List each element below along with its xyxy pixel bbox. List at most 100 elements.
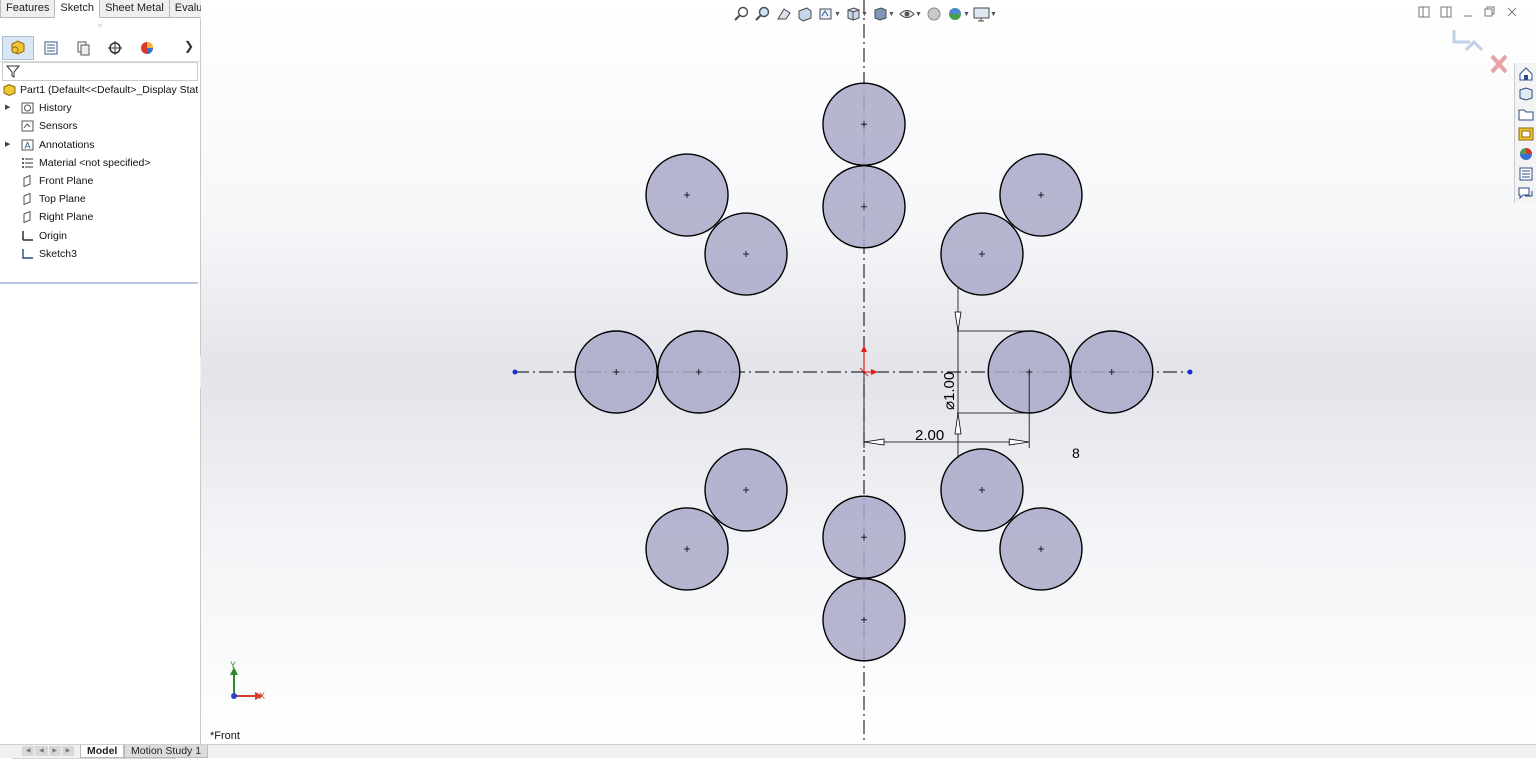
chevron-right-icon[interactable]: ❯ (184, 39, 194, 53)
cancel-sketch-icon[interactable] (1490, 54, 1508, 74)
sketch-circle[interactable] (657, 330, 741, 414)
tab-features[interactable]: Features (0, 0, 56, 18)
tree-item-front-plane[interactable]: Front Plane (0, 172, 200, 190)
view-settings-button[interactable] (973, 6, 990, 23)
design-library-button[interactable] (1517, 85, 1535, 103)
tab-motion-study-1[interactable]: Motion Study 1 (124, 745, 209, 758)
dimxpert-icon (108, 41, 122, 55)
folder-icon (1518, 109, 1534, 121)
annotations-icon: A (21, 139, 34, 151)
chevron-down-icon[interactable]: ▼ (861, 11, 868, 18)
sketch-canvas[interactable]: ⌀1.00 2.00 8 YX (201, 0, 1536, 744)
tree-item-label: Material <not specified> (39, 156, 151, 169)
apply-scene-button[interactable] (946, 6, 963, 23)
plane-icon (23, 211, 31, 224)
prev-tab-icon[interactable]: ◀ (35, 746, 48, 756)
chevron-down-icon[interactable]: ▼ (888, 11, 895, 18)
diameter-dimension-text[interactable]: ⌀1.00 (941, 372, 958, 410)
sketch-circle[interactable] (704, 212, 788, 296)
sketch-circle[interactable] (645, 507, 729, 591)
tab-model[interactable]: Model (80, 745, 125, 758)
first-tab-icon[interactable]: ◀ (22, 746, 35, 756)
view-orientation-button[interactable] (844, 6, 861, 23)
rollback-bar[interactable] (0, 282, 198, 284)
view-palette-icon (1518, 127, 1534, 141)
pattern-count-label[interactable]: 8 (1072, 445, 1080, 461)
restore-icon[interactable] (1483, 5, 1496, 18)
file-explorer-button[interactable] (1517, 105, 1535, 123)
dynamic-annotation-button[interactable] (817, 6, 834, 23)
hide-show-items-button[interactable] (898, 6, 915, 23)
expand-arrow-icon[interactable]: ▶ (5, 136, 10, 154)
configuration-manager-tab[interactable] (68, 37, 98, 59)
tile-right-icon[interactable] (1439, 5, 1452, 18)
edit-appearance-button[interactable] (925, 6, 942, 23)
document-window-controls (1417, 5, 1518, 18)
zoom-to-fit-button[interactable] (733, 6, 750, 23)
sketch-circle[interactable] (940, 212, 1024, 296)
tile-left-icon[interactable] (1417, 5, 1430, 18)
chevron-down-icon[interactable]: ▼ (834, 11, 841, 18)
solidworks-resources-button[interactable] (1517, 65, 1535, 83)
appearances-button[interactable] (1517, 145, 1535, 163)
custom-properties-icon (1519, 167, 1533, 181)
appearances-icon (1520, 148, 1532, 160)
previous-view-button[interactable] (775, 6, 792, 23)
property-manager-tab[interactable] (36, 37, 66, 59)
sketch-circle[interactable] (1070, 330, 1154, 414)
sketch-circle[interactable] (822, 82, 906, 166)
section-view-button[interactable] (796, 6, 813, 23)
exit-sketch-icon[interactable] (1452, 30, 1484, 52)
sketch-circle[interactable] (822, 165, 906, 249)
sketch-circle[interactable] (704, 448, 788, 532)
tree-item-annotations[interactable]: ▶ A Annotations (0, 136, 200, 154)
zoom-to-area-button[interactable] (754, 6, 771, 23)
chevron-down-icon[interactable]: ▼ (990, 11, 997, 18)
tree-item-origin[interactable]: Origin (0, 227, 200, 245)
feature-manager-tab[interactable] (2, 36, 34, 60)
tab-sheet-metal[interactable]: Sheet Metal (100, 0, 170, 18)
last-tab-icon[interactable]: ▶ (61, 746, 74, 756)
display-style-button[interactable] (871, 6, 888, 23)
feature-manager-icon (11, 40, 25, 55)
view-palette-button[interactable] (1517, 125, 1535, 143)
tree-item-sketch3[interactable]: Sketch3 (0, 245, 200, 263)
sketch-circle[interactable] (822, 578, 906, 662)
tree-item-history[interactable]: ▶ History (0, 99, 200, 117)
display-manager-tab[interactable] (132, 37, 162, 59)
tree-item-label: Top Plane (39, 193, 86, 206)
distance-dimension-text[interactable]: 2.00 (915, 427, 944, 444)
reference-triad: YX (230, 660, 265, 701)
panel-grip[interactable]: ○ (0, 19, 200, 33)
expand-arrow-icon[interactable]: ▶ (5, 99, 10, 117)
monitor-icon (973, 7, 990, 22)
sketch-circle[interactable] (645, 153, 729, 237)
sketch-circle[interactable] (999, 153, 1083, 237)
sketch-circle[interactable] (574, 330, 658, 414)
next-tab-icon[interactable]: ▶ (48, 746, 61, 756)
sketch-circle[interactable] (822, 495, 906, 579)
section-view-icon (798, 7, 811, 22)
dimxpert-manager-tab[interactable] (100, 37, 130, 59)
chevron-down-icon[interactable]: ▼ (915, 11, 922, 18)
chevron-down-icon[interactable]: ▼ (963, 11, 970, 18)
tree-item-material[interactable]: Material <not specified> (0, 154, 200, 172)
tab-sketch[interactable]: Sketch (55, 0, 101, 18)
tree-item-right-plane[interactable]: Right Plane (0, 208, 200, 226)
sketch-origin-icon[interactable] (859, 345, 878, 377)
sketch-circle[interactable] (999, 507, 1083, 591)
tree-root-part[interactable]: Part1 (Default<<Default>_Display State 1… (0, 81, 200, 99)
tab-scroll-arrows[interactable]: ◀ ◀ ▶ ▶ (22, 746, 74, 756)
sketch-circle[interactable] (940, 448, 1024, 532)
tree-item-sensors[interactable]: Sensors (0, 117, 200, 135)
graphics-area[interactable]: ⌀1.00 2.00 8 Y X (201, 0, 1536, 744)
tree-filter-input[interactable] (2, 62, 198, 81)
centerline-endpoint[interactable] (512, 369, 518, 375)
minimize-icon[interactable] (1461, 5, 1474, 18)
display-manager-icon (141, 42, 153, 54)
custom-properties-button[interactable] (1517, 165, 1535, 183)
close-icon[interactable] (1505, 5, 1518, 18)
tree-item-top-plane[interactable]: Top Plane (0, 190, 200, 208)
forum-button[interactable] (1517, 185, 1535, 203)
centerline-endpoint[interactable] (1187, 369, 1193, 375)
